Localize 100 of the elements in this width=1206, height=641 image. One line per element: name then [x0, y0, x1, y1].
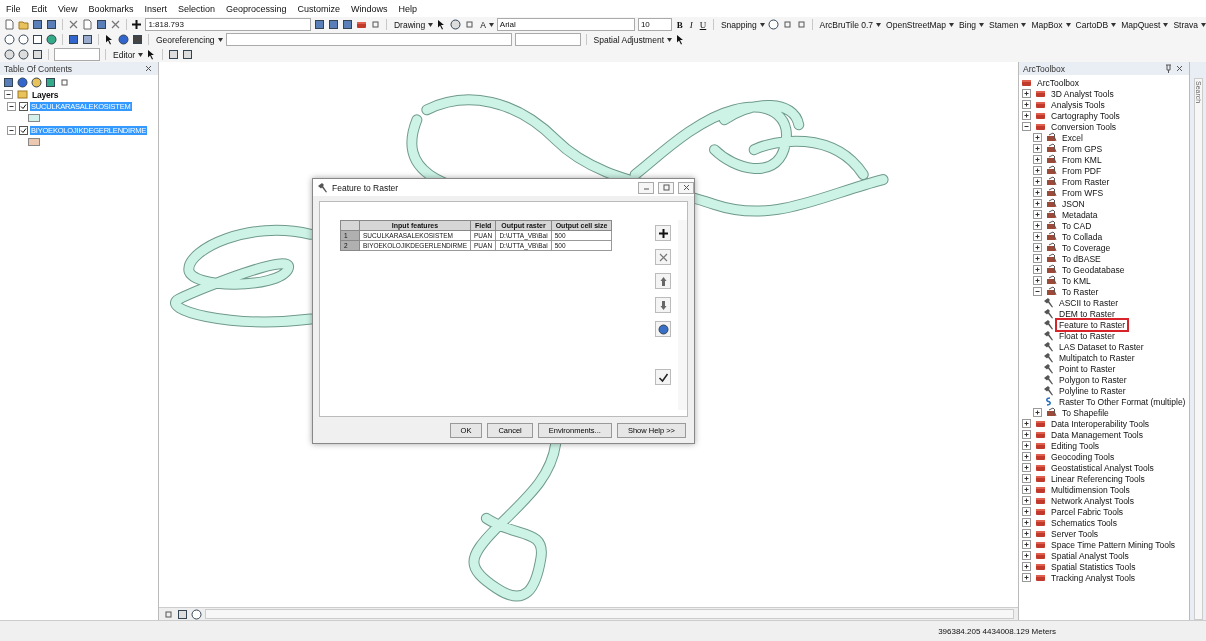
expand-icon[interactable]: [1032, 253, 1043, 264]
toolset-item[interactable]: To Raster: [1060, 286, 1101, 297]
expand-icon[interactable]: [1021, 539, 1032, 550]
toolset-item[interactable]: From KML: [1060, 154, 1104, 165]
toolset-item[interactable]: Excel: [1060, 132, 1085, 143]
toolbox-item[interactable]: Tracking Analyst Tools: [1049, 572, 1138, 583]
toolset-item[interactable]: To Collada: [1060, 231, 1105, 242]
expand-icon[interactable]: [1021, 484, 1032, 495]
expand-icon[interactable]: [1021, 462, 1032, 473]
menu-item[interactable]: Help: [398, 3, 418, 14]
tool-item[interactable]: Polyline to Raster: [1057, 385, 1128, 396]
collapse-icon[interactable]: [1021, 121, 1032, 132]
toolbox-item[interactable]: Data Interoperability Tools: [1049, 418, 1152, 429]
snapping-menu[interactable]: Snapping: [718, 19, 759, 30]
pin-icon[interactable]: [1163, 63, 1174, 74]
collapse-icon[interactable]: [6, 124, 17, 136]
toolset-item[interactable]: To KML: [1060, 275, 1093, 286]
expand-icon[interactable]: [1032, 242, 1043, 253]
expand-icon[interactable]: [1032, 209, 1043, 220]
caret-icon[interactable]: [1200, 22, 1206, 27]
expand-icon[interactable]: [1021, 517, 1032, 528]
caret-icon[interactable]: [876, 22, 882, 27]
toolbox-item[interactable]: Analysis Tools: [1049, 99, 1107, 110]
menu-item[interactable]: Insert: [144, 3, 167, 14]
menu-item[interactable]: Customize: [297, 3, 340, 14]
toolbox-item[interactable]: Network Analyst Tools: [1049, 495, 1136, 506]
expand-icon[interactable]: [1021, 561, 1032, 572]
basemap-menu[interactable]: Strava: [1171, 19, 1200, 30]
caret-icon[interactable]: [949, 22, 955, 27]
menu-item[interactable]: Windows: [351, 3, 388, 14]
expand-icon[interactable]: [1021, 528, 1032, 539]
caret-icon[interactable]: [428, 22, 434, 27]
font-size-combo[interactable]: 10: [637, 18, 672, 31]
tool-item[interactable]: LAS Dataset to Raster: [1057, 341, 1146, 352]
basemap-menu[interactable]: Bing: [957, 19, 979, 30]
expand-icon[interactable]: [1021, 429, 1032, 440]
caret-icon[interactable]: [1065, 22, 1071, 27]
expand-icon[interactable]: [1032, 264, 1043, 275]
tool-item[interactable]: Raster To Other Format (multiple): [1057, 396, 1188, 407]
tool-item[interactable]: Float to Raster: [1057, 330, 1117, 341]
toolbox-item[interactable]: Data Management Tools: [1049, 429, 1145, 440]
expand-icon[interactable]: [1032, 143, 1043, 154]
menu-item[interactable]: Geoprocessing: [225, 3, 287, 14]
expand-icon[interactable]: [1032, 275, 1043, 286]
expand-icon[interactable]: [1021, 550, 1032, 561]
basemap-menu[interactable]: OpenStreetMap: [884, 19, 949, 30]
basemap-menu[interactable]: Stamen: [987, 19, 1021, 30]
add-data-icon[interactable]: [131, 19, 143, 30]
cut-icon[interactable]: [67, 19, 79, 30]
expand-icon[interactable]: [1021, 88, 1032, 99]
toolbox-root[interactable]: ArcToolbox: [1035, 77, 1082, 88]
tool-item[interactable]: Point to Raster: [1057, 363, 1118, 374]
caret-icon[interactable]: [138, 52, 144, 57]
text-color-menu[interactable]: A: [478, 19, 488, 30]
editor-menu[interactable]: Editor: [111, 49, 138, 60]
toolset-item[interactable]: From GPS: [1060, 143, 1105, 154]
toolset-item[interactable]: From WFS: [1060, 187, 1106, 198]
toolbox-item[interactable]: Linear Referencing Tools: [1049, 473, 1147, 484]
collapse-icon[interactable]: [3, 89, 14, 100]
layers-group[interactable]: Layers: [31, 89, 60, 100]
italic-button[interactable]: I: [687, 19, 695, 30]
layer-checkbox[interactable]: [19, 101, 28, 111]
expand-icon[interactable]: [1021, 473, 1032, 484]
toolbox-item[interactable]: Cartography Tools: [1049, 110, 1122, 121]
collapse-icon[interactable]: [1032, 286, 1043, 297]
menu-item[interactable]: Edit: [31, 3, 48, 14]
spatial-adjustment-menu[interactable]: Spatial Adjustment: [591, 34, 666, 45]
toolset-item[interactable]: From Raster: [1060, 176, 1112, 187]
expand-icon[interactable]: [1032, 220, 1043, 231]
toolbox-item[interactable]: Multidimension Tools: [1049, 484, 1132, 495]
caret-icon[interactable]: [759, 22, 765, 27]
menu-item[interactable]: Selection: [177, 3, 215, 14]
toolset-item[interactable]: Metadata: [1060, 209, 1100, 220]
close-icon[interactable]: [143, 63, 154, 74]
menu-item[interactable]: Bookmarks: [88, 3, 134, 14]
toolset-item[interactable]: To Geodatabase: [1060, 264, 1127, 275]
basemap-menu[interactable]: CartoDB: [1073, 19, 1111, 30]
expand-icon[interactable]: [1021, 451, 1032, 462]
basemap-menu[interactable]: MapQuest: [1119, 19, 1163, 30]
caret-icon[interactable]: [1111, 22, 1117, 27]
bold-button[interactable]: B: [674, 19, 685, 30]
scale-combo[interactable]: 1:818.793: [145, 18, 312, 31]
toolset-item[interactable]: From PDF: [1060, 165, 1104, 176]
caret-icon[interactable]: [1021, 22, 1027, 27]
expand-icon[interactable]: [1032, 154, 1043, 165]
toolbox-item[interactable]: Parcel Fabric Tools: [1049, 506, 1126, 517]
caret-icon[interactable]: [1163, 22, 1169, 27]
expand-icon[interactable]: [1032, 176, 1043, 187]
toolbox-item[interactable]: Conversion Tools: [1049, 121, 1119, 132]
underline-button[interactable]: U: [697, 19, 709, 30]
toolbox-item[interactable]: Geocoding Tools: [1049, 451, 1117, 462]
toolset-item[interactable]: To Shapefile: [1060, 407, 1111, 418]
toolbox-item[interactable]: Spatial Statistics Tools: [1049, 561, 1138, 572]
caret-icon[interactable]: [217, 37, 223, 42]
toolbox-item[interactable]: Schematics Tools: [1049, 517, 1119, 528]
tool-item[interactable]: Multipatch to Raster: [1057, 352, 1137, 363]
input-field[interactable]: [514, 33, 581, 46]
toolset-item[interactable]: To dBASE: [1060, 253, 1103, 264]
tool-item[interactable]: DEM to Raster: [1057, 308, 1117, 319]
tool-item[interactable]: Polygon to Raster: [1057, 374, 1129, 385]
